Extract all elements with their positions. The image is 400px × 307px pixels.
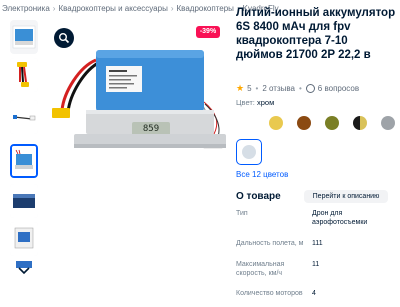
breadcrumb-item[interactable]: Квадрокоптеры и аксессуары bbox=[58, 4, 167, 13]
thumbnail[interactable] bbox=[10, 100, 38, 134]
about-title: О товаре bbox=[236, 191, 281, 202]
chevron-down-icon[interactable] bbox=[16, 264, 32, 276]
all-colors-link[interactable]: Все 12 цветов bbox=[236, 170, 288, 179]
questions-link[interactable]: 6 вопросов bbox=[318, 84, 359, 93]
thumbnail-strip bbox=[10, 20, 40, 307]
color-label-text: Цвет: bbox=[236, 98, 255, 107]
rating-value: 5 bbox=[247, 83, 252, 93]
spec-value: 11 bbox=[312, 261, 320, 268]
color-selected-value: хром bbox=[256, 98, 275, 107]
breadcrumb-separator: › bbox=[52, 4, 56, 13]
discount-badge: -39% bbox=[196, 26, 220, 38]
breadcrumb-separator: › bbox=[170, 4, 174, 13]
product-title: Литий-ионный аккумулятор 6S 8400 мАч для… bbox=[236, 7, 396, 61]
seller-badge-icon[interactable] bbox=[54, 28, 74, 48]
question-icon bbox=[305, 83, 315, 93]
color-swatch-yellow[interactable] bbox=[263, 110, 289, 136]
color-swatch-gray[interactable] bbox=[375, 110, 400, 136]
color-label: Цвет: хром bbox=[236, 98, 274, 107]
thumbnail[interactable] bbox=[10, 20, 38, 54]
breadcrumb-item[interactable]: Электроника bbox=[2, 4, 50, 13]
spec-value: 4 bbox=[312, 290, 316, 297]
scale-display: 859 bbox=[142, 124, 160, 134]
spec-label: Тип bbox=[236, 210, 248, 217]
spec-value: Дрон для аэрофотосъемки bbox=[312, 210, 368, 226]
thumbnail[interactable] bbox=[10, 58, 38, 92]
breadcrumb-item[interactable]: Квадрокоптеры bbox=[177, 4, 234, 13]
color-swatch-brown[interactable] bbox=[291, 110, 317, 136]
thumbnail[interactable] bbox=[10, 222, 38, 256]
spec-value: 111 bbox=[312, 240, 323, 247]
spec-label: Максимальная скорость, км/ч bbox=[236, 261, 285, 277]
separator-dot: • bbox=[255, 83, 259, 93]
reviews-link[interactable]: 2 отзыва bbox=[262, 84, 295, 93]
go-to-description-button[interactable]: Перейти к описанию bbox=[304, 190, 388, 203]
color-swatch-chrome-selected[interactable] bbox=[236, 139, 262, 165]
star-icon: ★ bbox=[236, 82, 245, 93]
product-image[interactable]: 859 -39% bbox=[44, 22, 230, 302]
color-swatch-olive[interactable] bbox=[319, 110, 345, 136]
spec-label: Количество моторов bbox=[236, 290, 303, 297]
separator-dot: • bbox=[298, 83, 302, 93]
rating-row: ★ 5 • 2 отзыва • 6 вопросов bbox=[236, 82, 359, 94]
thumbnail[interactable] bbox=[10, 184, 38, 218]
color-swatch-black-gold[interactable] bbox=[347, 110, 373, 136]
spec-label: Дальность полета, м bbox=[236, 240, 304, 247]
thumbnail-selected[interactable] bbox=[10, 144, 38, 178]
